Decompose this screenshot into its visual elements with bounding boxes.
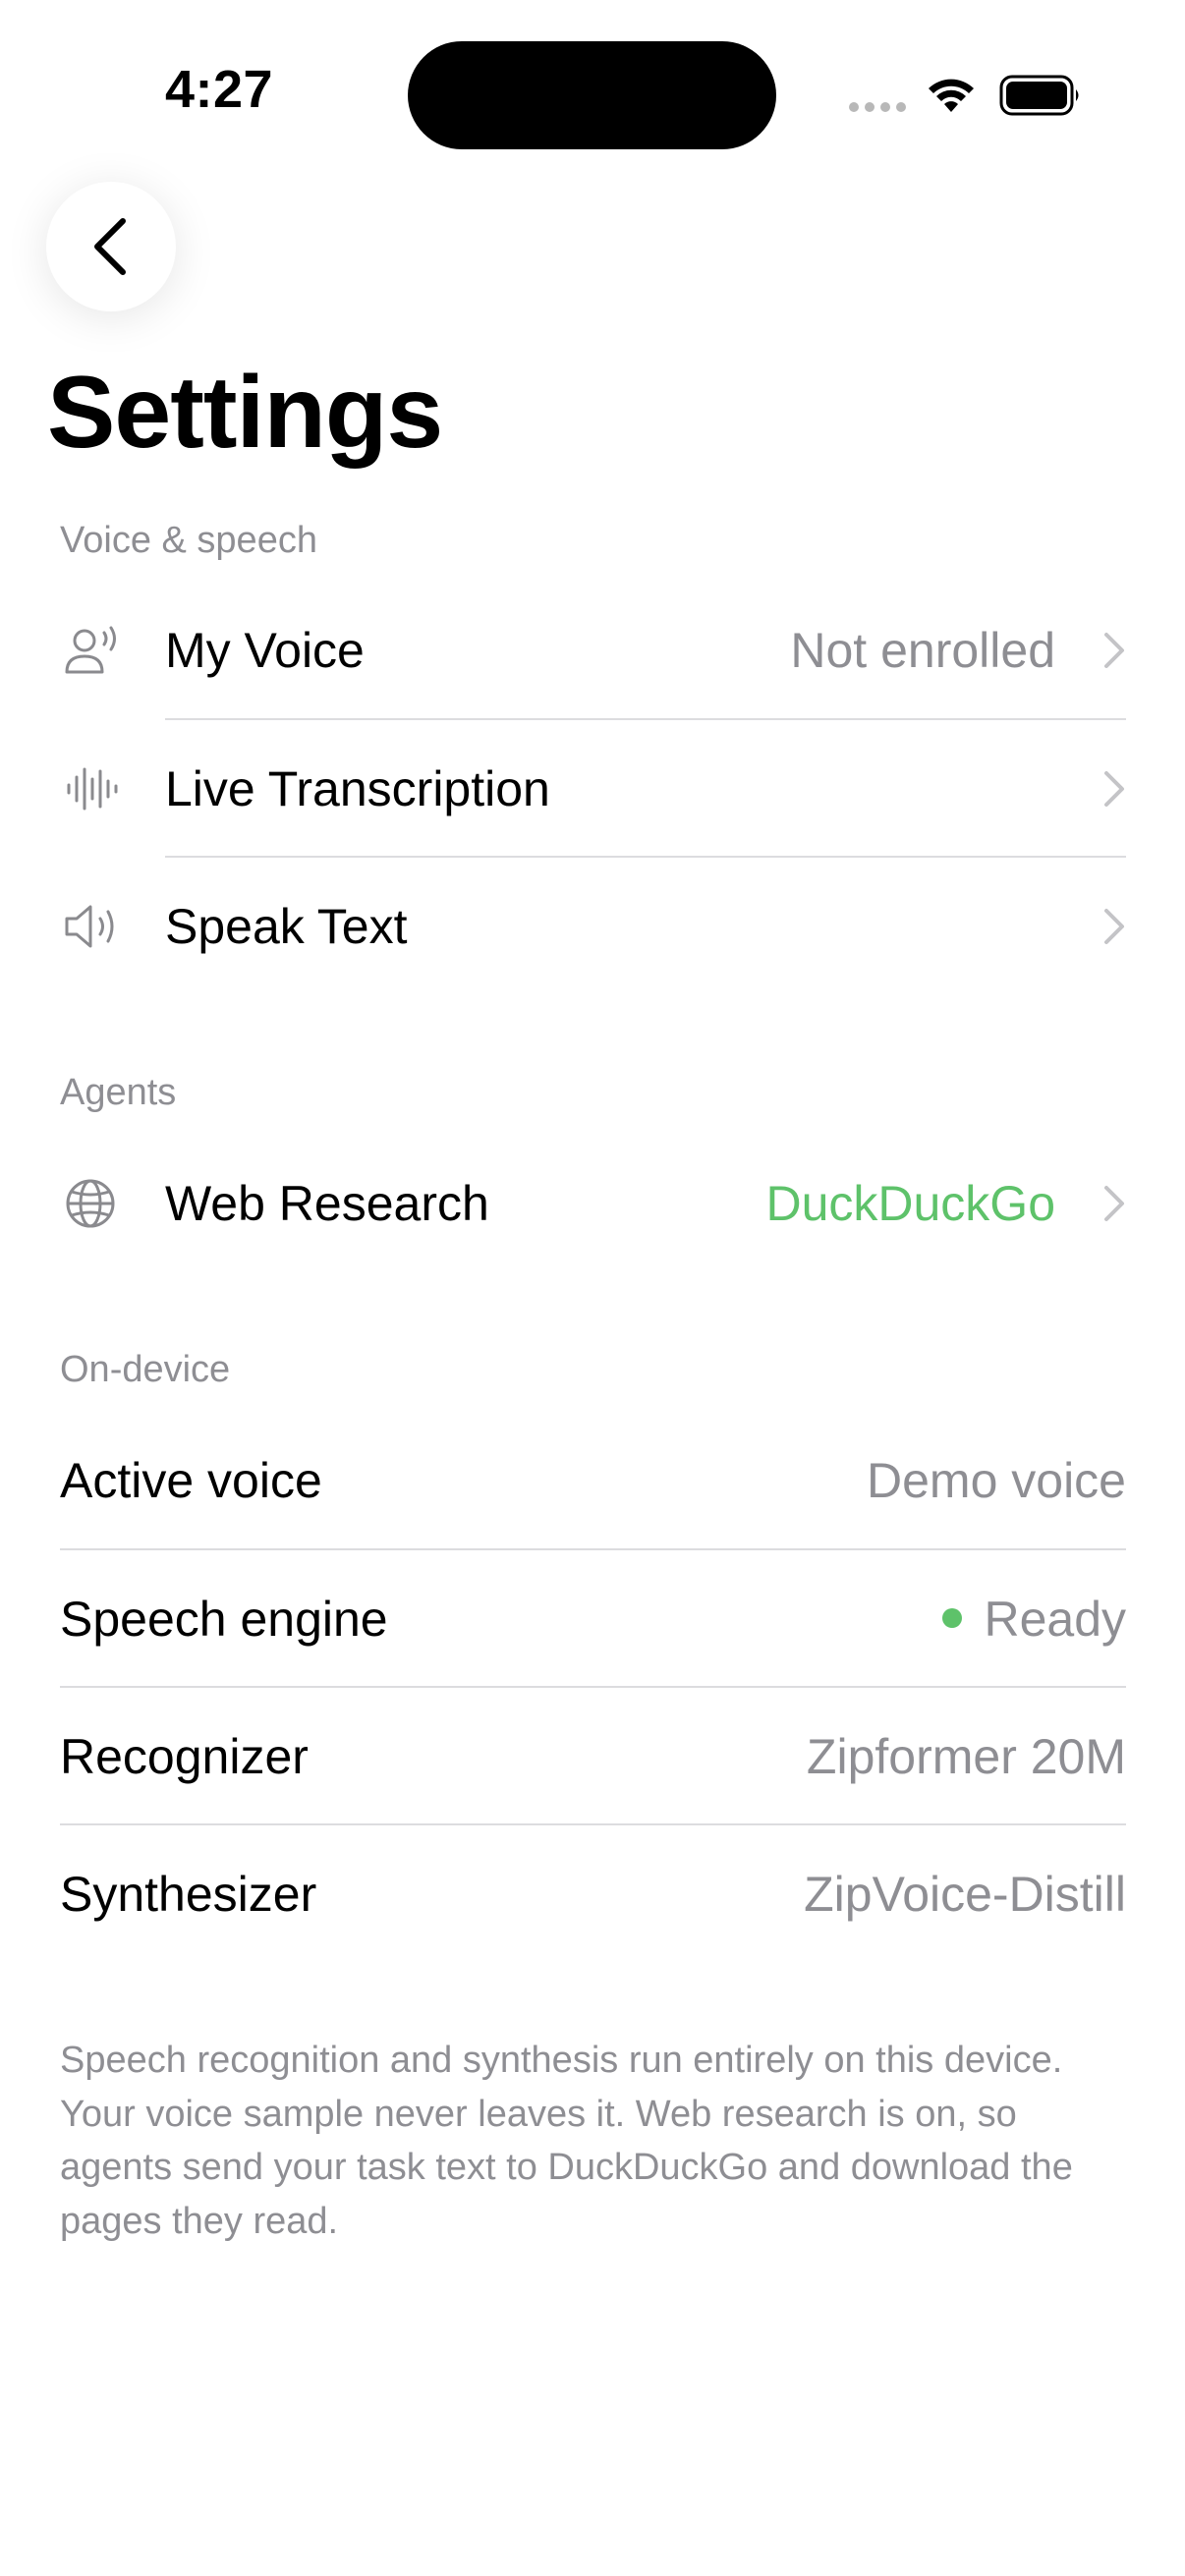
status-time: 4:27: [165, 60, 274, 119]
speech-engine-status: Ready: [942, 1592, 1126, 1647]
my-voice-value: Not enrolled: [790, 623, 1055, 678]
waveform-icon: [67, 767, 118, 811]
recognizer-value: Zipformer 20M: [806, 1729, 1126, 1784]
chevron-right-icon: [1104, 633, 1124, 668]
chevron-right-icon: [1104, 909, 1124, 944]
chevron-right-icon: [1104, 1186, 1124, 1221]
recognizer-label: Recognizer: [60, 1729, 309, 1784]
dynamic-island: [408, 41, 776, 149]
cellular-signal-icon: [849, 102, 906, 112]
info-row-recognizer: Recognizer Zipformer 20M: [0, 1688, 1185, 1825]
active-voice-label: Active voice: [60, 1453, 322, 1508]
settings-row-my-voice[interactable]: My Voice Not enrolled: [0, 582, 1185, 719]
speaker-icon: [65, 905, 114, 948]
info-row-active-voice: Active voice Demo voice: [0, 1412, 1185, 1549]
speech-engine-label: Speech engine: [60, 1592, 388, 1647]
settings-row-live-transcription[interactable]: Live Transcription: [0, 720, 1185, 858]
speak-text-label: Speak Text: [165, 899, 408, 954]
info-row-speech-engine: Speech engine Ready: [0, 1550, 1185, 1688]
status-bar: 4:27: [0, 0, 1185, 196]
chevron-right-icon: [1104, 771, 1124, 807]
synthesizer-value: ZipVoice-Distill: [804, 1867, 1126, 1922]
privacy-footer-note: Speech recognition and synthesis run ent…: [60, 2040, 1073, 2242]
active-voice-value: Demo voice: [867, 1453, 1126, 1508]
settings-row-web-research[interactable]: Web Research DuckDuckGo: [0, 1135, 1185, 1272]
web-research-value: DuckDuckGo: [765, 1176, 1055, 1231]
page-title: Settings: [47, 356, 443, 470]
section-header-on-device: On-device: [60, 1349, 231, 1390]
live-transcription-label: Live Transcription: [165, 761, 550, 816]
my-voice-label: My Voice: [165, 623, 365, 678]
section-header-voice-speech: Voice & speech: [60, 520, 317, 561]
battery-icon: [999, 75, 1079, 116]
section-header-agents: Agents: [60, 1072, 177, 1113]
status-dot: [942, 1607, 963, 1628]
person-speaking-icon: [65, 626, 116, 674]
speech-engine-value: Ready: [984, 1592, 1126, 1647]
globe-icon: [66, 1179, 115, 1228]
info-row-synthesizer: Synthesizer ZipVoice-Distill: [0, 1825, 1185, 1963]
web-research-label: Web Research: [165, 1176, 489, 1231]
wifi-icon: [929, 79, 974, 112]
synthesizer-label: Synthesizer: [60, 1867, 317, 1922]
settings-row-speak-text[interactable]: Speak Text: [0, 858, 1185, 995]
chevron-left-icon: [94, 218, 126, 275]
back-button[interactable]: [46, 182, 176, 311]
